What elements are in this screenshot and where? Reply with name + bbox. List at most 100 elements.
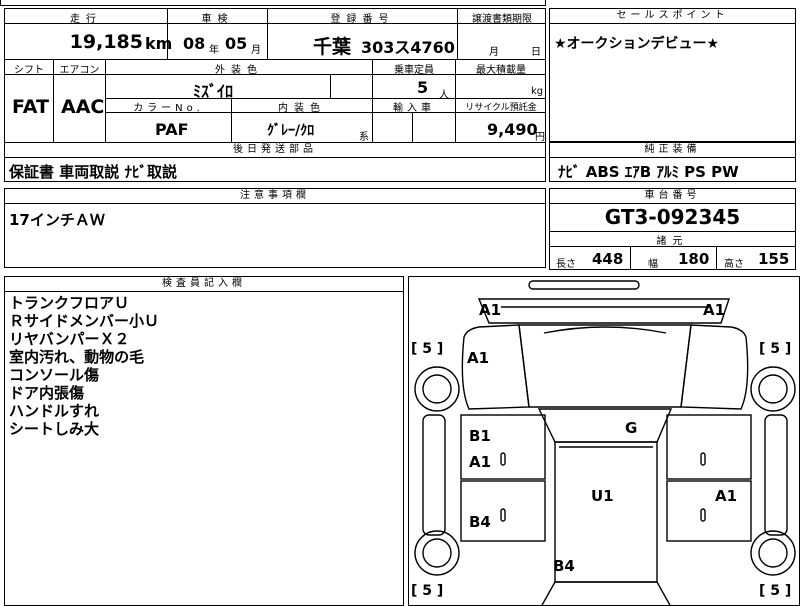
mileage-label: 走行 (70, 14, 102, 25)
equipment-box: 純正装備 ﾅﾋﾞ ABS ｴｱB ｱﾙﾐ PS PW (549, 142, 796, 182)
rear-window (541, 581, 671, 605)
exterior-color-value: ﾐｽﾞｲﾛ (193, 82, 234, 101)
later-parts-label: 後日発送部品 (5, 143, 545, 158)
hood (518, 324, 692, 408)
list-item: コンソール傷 (9, 366, 100, 384)
exterior-color-label: 外装色 (215, 65, 263, 76)
mark-a1-top-left: A1 (479, 301, 502, 319)
rear-left-wheel (414, 530, 460, 576)
later-parts-text: 保証書 車両取説 ﾅﾋﾞ取説 (9, 163, 177, 181)
max-load-label: 最大積載量 (476, 65, 526, 76)
tire-front-right: [ 5 ] (759, 341, 792, 357)
mark-a1-top-right: A1 (703, 301, 726, 319)
inspection-year: 08 (183, 34, 206, 53)
list-item: リヤバンパーＸ２ (9, 330, 130, 348)
height-value: 155 (758, 250, 790, 268)
inspection-month: 05 (225, 34, 248, 53)
inspection-month-unit: 月 (251, 45, 261, 56)
mark-a1-left-fender: A1 (467, 349, 490, 367)
list-item: 室内汚れ、動物の毛 (9, 348, 145, 366)
right-rear-door (666, 480, 752, 542)
recycle-label: リサイクル預託金 (465, 103, 537, 113)
tire-rear-right: [ 5 ] (759, 583, 792, 599)
width-label: 幅 (648, 259, 658, 270)
mark-b4-rear: B4 (553, 557, 575, 575)
plate-region: 千葉 (313, 36, 352, 58)
left-front-fender (461, 324, 530, 410)
aircon-value: AAC (61, 96, 105, 118)
sales-point-box: セールスポイント ★オークションデビュー★ (549, 8, 796, 142)
left-rear-door (460, 480, 546, 542)
list-item: トランクフロアＵ (9, 294, 130, 312)
recycle-unit: 円 (535, 132, 545, 143)
basic-info-table: 走行 車検 登録番号 譲渡書類期限 19,185 km 08 年 05 月 千葉… (4, 8, 546, 60)
equipment-text: ﾅﾋﾞ ABS ｴｱB ｱﾙﾐ PS PW (558, 163, 739, 181)
front-left-wheel (414, 366, 460, 412)
equipment-label: 純正装備 (550, 143, 795, 158)
inspector-label: 検査員記入欄 (5, 277, 403, 292)
length-label: 長さ (556, 259, 576, 270)
mark-a1-left-front-door: A1 (469, 453, 492, 471)
recycle-value: 9,490 (487, 120, 538, 139)
rear-right-wheel (750, 530, 796, 576)
length-value: 448 (592, 250, 624, 268)
spec-table: シフト エアコン 外装色 乗車定員 最大積載量 カラーNo. 内装色 輸入車 リ… (4, 59, 546, 143)
dimensions-label: 諸元 (656, 236, 689, 247)
car-diagram-box: A1 A1 A1 G B1 A1 B4 U1 A1 B4 [ 5 ] [ 5 ]… (408, 276, 800, 606)
sales-point-text: ★オークションデビュー★ (554, 36, 720, 52)
interior-color-label: 内装色 (278, 103, 326, 114)
list-item: ドア内張傷 (9, 384, 85, 402)
windshield (537, 408, 673, 443)
top-strip (0, 0, 546, 6)
notes-label: 注意事項欄 (5, 189, 545, 204)
inspection-label: 車検 (201, 14, 234, 25)
deadline-day-unit: 日 (531, 47, 541, 58)
deadline-month-unit: 月 (489, 47, 499, 58)
interior-color-value: ｸﾞﾚｰ/ｸﾛ (267, 123, 315, 139)
capacity-label: 乗車定員 (394, 65, 434, 76)
inspection-year-unit: 年 (209, 45, 219, 56)
later-parts-box: 後日発送部品 保証書 車両取説 ﾅﾋﾞ取説 (4, 142, 546, 182)
right-front-door (666, 414, 752, 480)
front-grille-shape (528, 280, 640, 290)
mark-g-windshield: G (625, 419, 638, 437)
notes-box: 注意事項欄 17インチＡＷ (4, 188, 546, 268)
front-right-wheel (750, 366, 796, 412)
list-item: Ｒサイドメンバー小Ｕ (9, 312, 160, 330)
max-load-unit: kg (531, 86, 544, 97)
list-item: ハンドルすれ (9, 402, 100, 420)
chassis-label: 車台番号 (550, 189, 795, 204)
hood-outline (477, 298, 730, 324)
plate-number: 303ス4760 (361, 38, 455, 57)
color-no-value: PAF (155, 120, 189, 139)
mark-u1-roof: U1 (591, 487, 614, 505)
shift-value: FAT (12, 96, 49, 118)
shift-label: シフト (14, 65, 44, 76)
mileage-value: 19,185 (69, 31, 143, 53)
width-value: 180 (678, 250, 710, 268)
inspector-list: トランクフロアＵ Ｒサイドメンバー小Ｕ リヤバンパーＸ２ 室内汚れ、動物の毛 コ… (9, 294, 159, 438)
capacity-unit: 人 (439, 90, 449, 101)
mileage-unit: km (145, 34, 173, 53)
left-side-panel (422, 414, 446, 536)
inspector-box: 検査員記入欄 トランクフロアＵ Ｒサイドメンバー小Ｕ リヤバンパーＸ２ 室内汚れ… (4, 276, 404, 606)
notes-text: 17インチＡＷ (9, 211, 105, 229)
list-item: シートしみ大 (9, 420, 100, 438)
mark-b4-left-rear-door: B4 (469, 513, 491, 531)
chassis-value: GT3-092345 (604, 205, 741, 229)
registration-label: 登録番号 (330, 14, 395, 25)
transfer-deadline-label: 譲渡書類期限 (472, 14, 532, 25)
sales-point-label: セールスポイント (550, 9, 795, 24)
right-side-panel (764, 414, 788, 536)
aircon-label: エアコン (59, 65, 100, 76)
car-diagram (414, 280, 796, 605)
mark-b1-left-front-door: B1 (469, 427, 491, 445)
tire-front-left: [ 5 ] (411, 341, 444, 357)
capacity-value: 5 (417, 78, 429, 97)
right-front-fender (680, 324, 749, 410)
import-label: 輸入車 (393, 103, 435, 114)
chassis-box: 車台番号 GT3-092345 諸元 長さ 448 幅 180 高さ 155 (549, 188, 796, 270)
tire-rear-left: [ 5 ] (411, 583, 444, 599)
mark-a1-right-rear-door: A1 (715, 487, 738, 505)
interior-color-suffix: 系 (359, 132, 369, 143)
